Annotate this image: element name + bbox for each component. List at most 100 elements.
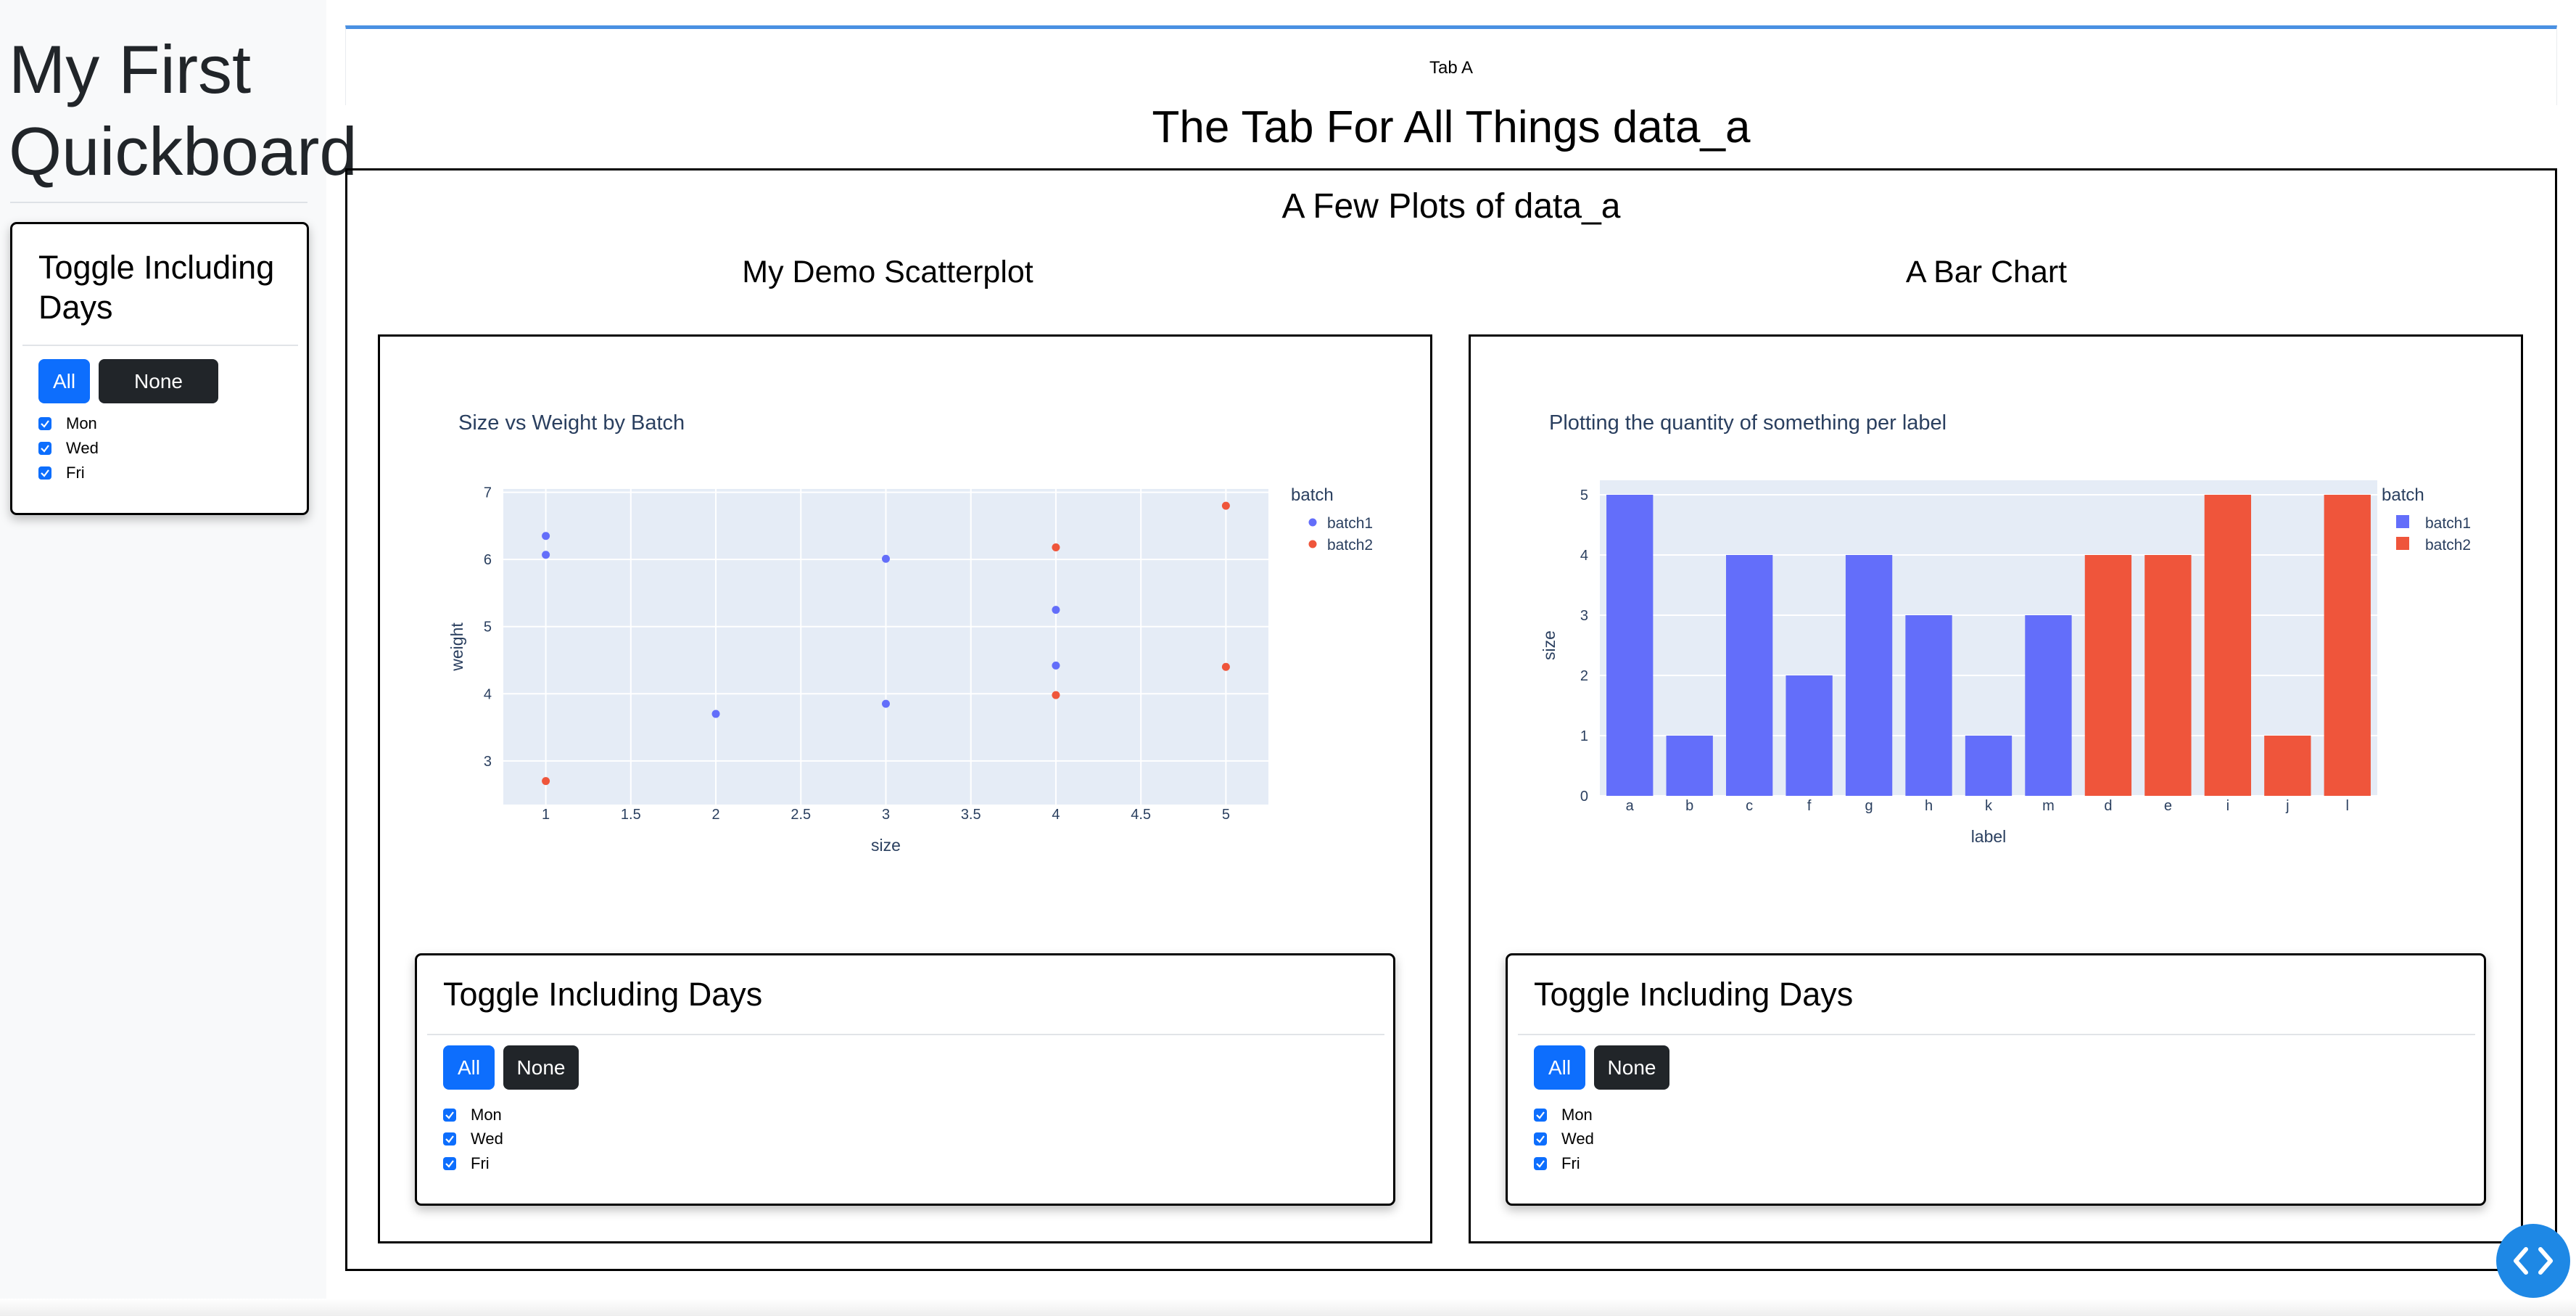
code-icon	[2514, 1247, 2553, 1275]
x-tick-label: g	[1865, 798, 1873, 814]
x-tick-label: k	[1985, 798, 1993, 814]
all-button[interactable]: All	[1534, 1045, 1585, 1090]
scatter-point-batch1	[542, 551, 550, 559]
legend-label: batch1	[1327, 515, 1373, 532]
scatter-point-batch2	[1052, 543, 1060, 552]
card-divider	[427, 1034, 1384, 1035]
checkbox-mon[interactable]: Mon	[38, 414, 97, 433]
card-divider	[22, 345, 298, 346]
y-tick-label: 6	[484, 552, 492, 568]
all-button[interactable]: All	[38, 359, 90, 403]
toggle-title: Toggle Including Days	[38, 249, 275, 326]
scatter-point-batch1	[542, 532, 550, 540]
sidebar-divider	[10, 202, 307, 203]
x-tick-label: 1.5	[621, 807, 641, 823]
checkbox-checked-icon[interactable]	[38, 466, 51, 480]
legend-marker-batch1	[1308, 518, 1317, 527]
checkbox-label: Wed	[471, 1130, 503, 1148]
plots-section: A Few Plots of data_a My Demo Scatterplo…	[345, 168, 2557, 1271]
legend-marker-batch2	[2396, 537, 2409, 550]
checkbox-label: Wed	[66, 439, 99, 457]
code-toggle-button[interactable]	[2496, 1224, 2570, 1298]
bar-c	[1725, 555, 1773, 796]
checkbox-mon[interactable]: Mon	[443, 1106, 502, 1124]
checkbox-fri[interactable]: Fri	[443, 1154, 490, 1173]
checkbox-checked-icon[interactable]	[443, 1132, 456, 1146]
card-divider	[1518, 1034, 2475, 1035]
bottom-shade	[0, 1299, 2576, 1316]
checkbox-checked-icon[interactable]	[443, 1109, 456, 1122]
page-heading: The Tab For All Things data_a	[1152, 102, 1751, 152]
scatter-point-batch2	[1221, 501, 1230, 510]
y-tick-label: 4	[484, 686, 492, 702]
scatter-point-batch2	[1052, 691, 1060, 699]
y-tick-label: 4	[1580, 548, 1588, 564]
chart-title: Plotting the quantity of something per l…	[1549, 411, 1947, 435]
none-button[interactable]: None	[1594, 1045, 1669, 1090]
x-tick-label: 4	[1052, 807, 1060, 823]
bar-panel: Plotting the quantity of something per l…	[1469, 334, 2523, 1243]
bar-chart[interactable]: Plotting the quantity of something per l…	[1471, 337, 2521, 917]
y-tick-label: 1	[1580, 728, 1588, 744]
bar-m	[2025, 615, 2072, 796]
checkbox-mon[interactable]: Mon	[1534, 1106, 1593, 1124]
y-axis-label: weight	[447, 622, 466, 672]
chart-title: Size vs Weight by Batch	[458, 411, 685, 435]
bar-e	[2144, 555, 2192, 796]
x-tick-label: d	[2104, 798, 2112, 814]
checkbox-label: Mon	[66, 414, 97, 432]
checkbox-label: Fri	[471, 1154, 490, 1172]
scatter-point-batch2	[542, 777, 550, 786]
tab-a[interactable]: Tab A	[346, 58, 2556, 78]
x-tick-label: f	[1807, 798, 1812, 814]
checkbox-wed[interactable]: Wed	[38, 439, 99, 458]
bar-heading: A Bar Chart	[1905, 255, 2068, 289]
x-tick-label: 3.5	[961, 807, 981, 823]
checkbox-checked-icon[interactable]	[38, 442, 51, 455]
checkbox-wed[interactable]: Wed	[443, 1130, 503, 1148]
checkbox-checked-icon[interactable]	[443, 1157, 456, 1170]
y-tick-label: 5	[1580, 488, 1588, 503]
bar-k	[1965, 736, 2012, 796]
y-tick-label: 7	[484, 485, 492, 501]
legend-marker-batch2	[1308, 540, 1317, 548]
x-tick-label: i	[2226, 798, 2229, 814]
x-tick-label: 5	[1222, 807, 1230, 823]
none-button[interactable]: None	[99, 359, 218, 403]
bar-d	[2084, 555, 2132, 796]
scatter-heading: My Demo Scatterplot	[742, 255, 1033, 289]
y-tick-label: 2	[1580, 668, 1588, 684]
checkbox-checked-icon[interactable]	[1534, 1109, 1547, 1122]
scatter-point-batch1	[1052, 606, 1060, 614]
app-title: My First Quickboard	[9, 31, 358, 189]
y-tick-label: 3	[484, 754, 492, 770]
y-axis-label: size	[1540, 630, 1559, 660]
scatter-point-batch1	[711, 710, 720, 718]
scatter-chart[interactable]: Size vs Weight by Batch 1 1.5 2 2.5 3 3.5 4 4.5 5…	[380, 337, 1430, 917]
checkbox-wed[interactable]: Wed	[1534, 1130, 1594, 1148]
checkbox-label: Mon	[471, 1106, 502, 1124]
bar-b	[1666, 736, 1713, 796]
all-button[interactable]: All	[443, 1045, 495, 1090]
y-tick-label: 5	[484, 620, 492, 636]
checkbox-fri[interactable]: Fri	[1534, 1154, 1580, 1173]
scatter-point-batch1	[882, 554, 890, 563]
y-tick-label: 3	[1580, 608, 1588, 624]
bar-toggle-card: Toggle Including Days All None Mon Wed F…	[1506, 953, 2486, 1206]
sidebar: My First Quickboard Toggle Including Day…	[0, 0, 358, 1316]
x-axis-label: size	[871, 836, 901, 855]
legend-label: batch2	[2425, 537, 2471, 554]
checkbox-checked-icon[interactable]	[38, 417, 51, 430]
scatter-point-batch2	[1221, 662, 1230, 671]
checkbox-label: Fri	[66, 464, 85, 482]
bar-f	[1786, 675, 1833, 796]
none-button[interactable]: None	[503, 1045, 579, 1090]
checkbox-checked-icon[interactable]	[1534, 1132, 1547, 1146]
checkbox-fri[interactable]: Fri	[38, 464, 85, 482]
checkbox-checked-icon[interactable]	[1534, 1157, 1547, 1170]
legend-label: batch2	[1327, 537, 1373, 554]
scatter-point-batch1	[882, 699, 890, 708]
x-tick-label: 2	[711, 807, 719, 823]
x-tick-label: c	[1746, 798, 1753, 814]
x-tick-label: 1	[542, 807, 550, 823]
